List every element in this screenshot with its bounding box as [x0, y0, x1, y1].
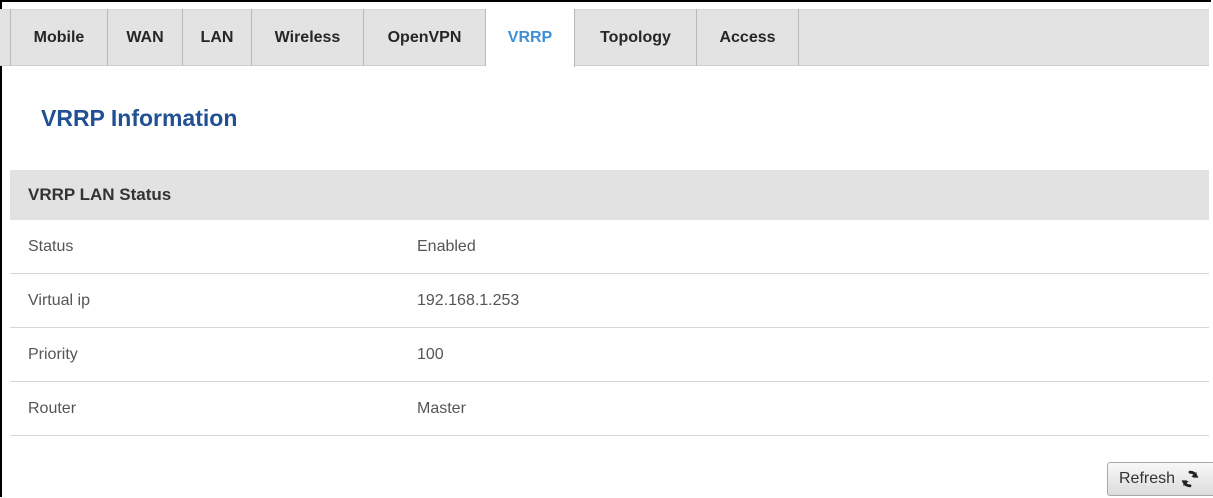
- refresh-button[interactable]: Refresh: [1107, 462, 1213, 496]
- row-label: Status: [28, 237, 74, 255]
- tab-wireless[interactable]: Wireless: [252, 9, 364, 66]
- row-label: Virtual ip: [28, 291, 90, 309]
- refresh-button-label: Refresh: [1119, 470, 1176, 487]
- tab-topology[interactable]: Topology: [575, 9, 697, 66]
- row-value: 100: [417, 345, 444, 363]
- tab-access[interactable]: Access: [697, 9, 799, 66]
- page-title: VRRP Information: [41, 105, 238, 131]
- row-label: Priority: [28, 345, 78, 363]
- tab-mobile[interactable]: Mobile: [10, 9, 108, 66]
- tab-wan[interactable]: WAN: [108, 9, 183, 66]
- vrrp-status-table: Status Enabled Virtual ip 192.168.1.253 …: [10, 220, 1209, 436]
- row-label: Router: [28, 399, 77, 417]
- table-row-router: Router Master: [10, 382, 1209, 436]
- tab-openvpn[interactable]: OpenVPN: [364, 9, 486, 66]
- table-row-priority: Priority 100: [10, 328, 1209, 382]
- table-row-status: Status Enabled: [10, 220, 1209, 274]
- row-value: 192.168.1.253: [417, 291, 520, 309]
- row-value: Master: [417, 399, 466, 417]
- tab-list: Mobile WAN LAN Wireless OpenVPN VRRP Top…: [10, 9, 799, 67]
- tab-lan[interactable]: LAN: [183, 9, 252, 66]
- section-header: VRRP LAN Status: [10, 170, 1209, 220]
- refresh-icon: [1181, 470, 1199, 488]
- table-row-virtual-ip: Virtual ip 192.168.1.253: [10, 274, 1209, 328]
- section-title: VRRP LAN Status: [28, 185, 172, 204]
- row-value: Enabled: [417, 237, 476, 255]
- tab-vrrp[interactable]: VRRP: [486, 9, 575, 67]
